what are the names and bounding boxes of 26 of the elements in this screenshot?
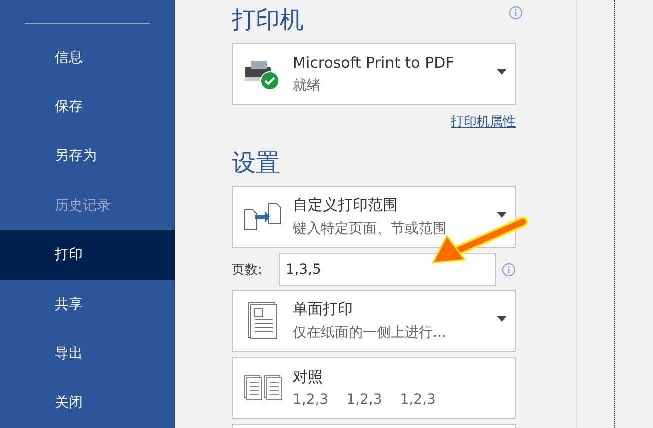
sidebar-item[interactable]: 另存为	[0, 132, 175, 182]
sidebar-item[interactable]: 导出	[0, 329, 175, 379]
selector-subtitle: 就绪	[293, 76, 321, 94]
sidebar-item[interactable]: 保存	[0, 82, 175, 132]
dropdown-selector[interactable]: 单面打印 仅在纸面的一侧上进行...	[232, 290, 516, 352]
selector-title: 单面打印	[293, 300, 353, 319]
collate-order-text: 1,2,3	[346, 392, 382, 408]
section-heading: 打印机	[232, 5, 304, 35]
sidebar-item[interactable]: 关闭	[0, 378, 175, 428]
collate-order-text: 1,2,3	[400, 392, 436, 408]
section-heading: 设置	[232, 148, 280, 178]
dropdown-selector[interactable]: Microsoft Print to PDF 就绪	[232, 43, 516, 105]
sidebar-item[interactable]: 共享	[0, 280, 175, 330]
printer-properties-link[interactable]: 打印机属性	[451, 113, 516, 131]
selector-title: 自定义打印范围	[293, 196, 398, 215]
selector-title: Microsoft Print to PDF	[293, 54, 454, 72]
dropdown-selector[interactable]: 自定义打印范围 键入特定页面、节或范围	[232, 186, 516, 248]
selector-subtitle: 键入特定页面、节或范围	[293, 220, 447, 238]
dropdown-selector[interactable]: 对照 1,2,3 1,2,3 1,2,3	[232, 357, 516, 419]
collate-order-text: 1,2,3	[293, 392, 329, 408]
selector-title: 对照	[293, 368, 323, 387]
pages-label: 页数:	[232, 262, 264, 278]
sidebar-item[interactable]: 信息	[0, 32, 175, 82]
selector-subtitle: 仅在纸面的一侧上进行...	[293, 324, 446, 342]
pages-input[interactable]: 1,3,5	[278, 253, 496, 286]
sidebar-item[interactable]: 打印	[0, 230, 175, 280]
